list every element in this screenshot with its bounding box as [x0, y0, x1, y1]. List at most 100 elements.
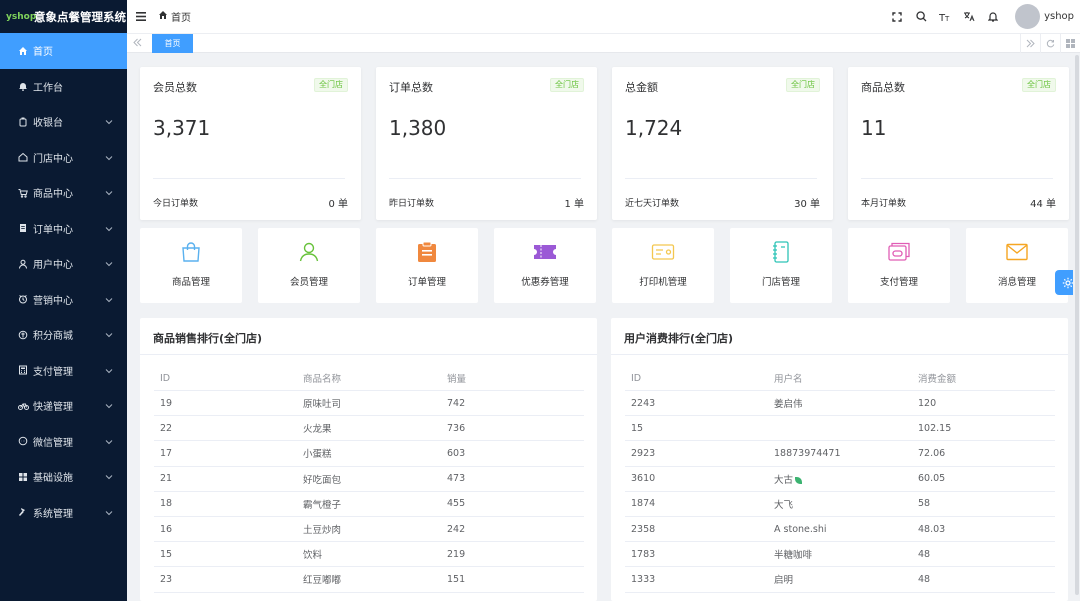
breadcrumb-item[interactable]: 首页: [171, 9, 191, 24]
cart-icon: [16, 186, 30, 200]
column-header: ID: [631, 372, 642, 384]
refresh-icon[interactable]: [1040, 34, 1060, 53]
hamburger-icon[interactable]: [136, 10, 146, 24]
chevron-down-icon: [105, 401, 113, 412]
logo-area[interactable]: yshop 意象点餐管理系统: [0, 0, 127, 33]
translate-icon[interactable]: [957, 5, 981, 29]
table-cell: 120: [912, 398, 1055, 409]
scroll-right-icon[interactable]: [1020, 34, 1040, 53]
quick-entry[interactable]: 支付管理: [848, 228, 950, 303]
sidebar-item[interactable]: 工作台: [0, 69, 127, 105]
table-cell: 473: [441, 473, 584, 484]
table-cell: 23: [154, 574, 297, 585]
chevron-down-icon: [105, 188, 113, 199]
sidebar-item[interactable]: 用户中心: [0, 246, 127, 282]
quick-entry[interactable]: 门店管理: [730, 228, 832, 303]
quick-entry[interactable]: 优惠券管理: [494, 228, 596, 303]
column-header: 消费金额: [918, 374, 957, 385]
home-icon: [158, 10, 168, 23]
cell-text: 1333: [631, 573, 656, 585]
scope-badge: 全门店: [550, 78, 584, 92]
table-row: 1874 大飞 58: [625, 492, 1055, 517]
table-cell: 15: [154, 549, 297, 560]
bell-icon[interactable]: [981, 5, 1005, 29]
table-cell: 102.15: [912, 423, 1055, 434]
table-cell: 小蛋糕: [297, 446, 441, 460]
cell-text: 242: [447, 523, 466, 535]
cell-text: 48.03: [918, 523, 946, 535]
sidebar-item[interactable]: 订单中心: [0, 211, 127, 247]
sidebar-menu: 首页 工作台收银台门店中心 商品中心 订单中心 用户中心 营销中心 积分商城 支付管理 快递管理…: [0, 33, 127, 530]
quick-entry-label: 支付管理: [879, 277, 918, 288]
stat-foot-label: 昨日订单数: [389, 199, 435, 209]
quick-entry-label: 优惠券管理: [521, 277, 569, 288]
scroll-left-icon[interactable]: [133, 36, 142, 50]
table-row: 22 火龙果 736: [154, 416, 584, 442]
cashier-icon: [16, 115, 30, 129]
sidebar-item[interactable]: 积分商城: [0, 317, 127, 353]
cell-text: 48: [918, 573, 931, 585]
tag-menu-icon[interactable]: [1060, 34, 1080, 53]
sidebar-item-label: 收银台: [33, 118, 63, 130]
search-icon[interactable]: [909, 5, 933, 29]
hammer-icon: [16, 505, 30, 519]
sidebar-item[interactable]: 系统管理: [0, 495, 127, 531]
cell-text: 红豆嘟嘟: [303, 575, 342, 587]
stat-value: 3,371: [153, 116, 211, 140]
sidebar-item[interactable]: 微信管理: [0, 424, 127, 460]
sidebar-item[interactable]: 商品中心: [0, 175, 127, 211]
sidebar-item[interactable]: 门店中心: [0, 140, 127, 176]
avatar[interactable]: [1015, 4, 1041, 29]
font-size-icon[interactable]: TT: [933, 5, 957, 29]
table-cell: 2243: [625, 398, 768, 409]
user-rank-panel: 用户消费排行(全门店) ID 用户名 消费金额 2243 姜启伟 120 15 102.15 2…: [611, 318, 1068, 601]
table-header: ID 用户名 消费金额: [625, 366, 1055, 391]
stat-value: 1,380: [389, 116, 447, 140]
scroll-thumb[interactable]: [1075, 55, 1079, 595]
quick-entry-label: 门店管理: [761, 277, 800, 288]
sidebar-item[interactable]: 支付管理: [0, 353, 127, 389]
wallet-icon: [887, 240, 911, 264]
user-rank-table: ID 用户名 消费金额 2243 姜启伟 120 15 102.15 2923 188739744…: [625, 366, 1055, 593]
table-cell: 21: [154, 473, 297, 484]
quick-entry[interactable]: 消息管理: [966, 228, 1068, 303]
cell-text: 736: [447, 422, 466, 434]
stat-card: 商品总数 全门店 11 本月订单数 44 单: [848, 67, 1069, 220]
stat-foot-value: 1 单: [564, 199, 584, 210]
chevron-down-icon: [105, 153, 113, 164]
cell-text: 2923: [631, 447, 656, 459]
panel-title: 用户消费排行(全门店): [624, 332, 734, 345]
clipboard-icon: [415, 240, 439, 264]
tags-bar: 首页: [127, 33, 1080, 53]
chevron-down-icon: [105, 472, 113, 483]
sidebar-item-label: 系统管理: [33, 508, 73, 520]
cell-text: 土豆炒肉: [303, 525, 342, 537]
table-cell: 土豆炒肉: [297, 522, 441, 536]
sidebar-item[interactable]: 首页: [0, 33, 127, 69]
table-cell: 736: [441, 423, 584, 434]
cell-text: 1874: [631, 498, 656, 510]
quick-entry[interactable]: 会员管理: [258, 228, 360, 303]
column-header: 用户名: [774, 374, 803, 385]
sidebar-item[interactable]: 基础设施: [0, 459, 127, 495]
stat-foot-value: 0 单: [328, 199, 348, 210]
quick-entry[interactable]: 订单管理: [376, 228, 478, 303]
stat-title: 总金额: [625, 81, 658, 94]
table-cell: 151: [441, 574, 584, 585]
chevron-down-icon: [105, 224, 113, 235]
fullscreen-icon[interactable]: [885, 5, 909, 29]
table-cell: 2923: [625, 448, 768, 459]
leaf-icon: [795, 476, 803, 484]
table-cell: 22: [154, 423, 297, 434]
table-cell: 219: [441, 549, 584, 560]
sidebar-item[interactable]: 收银台: [0, 104, 127, 140]
cell-text: 72.06: [918, 447, 946, 459]
quick-entry[interactable]: 商品管理: [140, 228, 242, 303]
username[interactable]: yshop: [1044, 11, 1074, 22]
sidebar-item[interactable]: 营销中心: [0, 282, 127, 318]
table-cell: 半糖咖啡: [768, 547, 912, 561]
quick-entry[interactable]: 打印机管理: [612, 228, 714, 303]
tag-home[interactable]: 首页: [152, 34, 193, 53]
sidebar-item[interactable]: 快递管理: [0, 388, 127, 424]
quick-entry-label: 订单管理: [407, 277, 446, 288]
